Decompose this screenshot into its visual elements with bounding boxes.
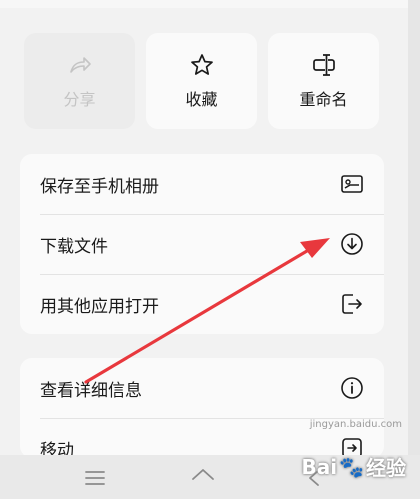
menu-item-label: 保存至手机相册 [40, 176, 159, 197]
sheet-top-edge [0, 0, 408, 8]
image-icon [341, 175, 363, 193]
menu-group-secondary: 查看详细信息 移动 [20, 358, 384, 458]
share-button[interactable]: 分享 [24, 33, 135, 129]
favorite-label: 收藏 [185, 90, 218, 109]
info-icon [341, 377, 363, 399]
rename-button[interactable]: 重命名 [268, 33, 379, 129]
menu-group-primary: 保存至手机相册 下载文件 用其他应用打开 [20, 154, 384, 334]
watermark-logo: Bai 🐾 经验 [301, 452, 406, 481]
favorite-button[interactable]: 收藏 [146, 33, 257, 129]
watermark-brand: Bai [301, 454, 338, 479]
rename-icon [312, 54, 335, 76]
paw-icon: 🐾 [339, 454, 364, 479]
share-icon [69, 57, 91, 73]
menu-item-label: 下载文件 [40, 236, 108, 257]
star-icon [190, 54, 213, 75]
menu-item-label: 查看详细信息 [40, 380, 142, 401]
share-label: 分享 [63, 90, 96, 109]
menu-item-open-with[interactable]: 用其他应用打开 [20, 274, 384, 334]
bottom-sheet: 分享 收藏 重命名 保存至手机相册 下载文件 用其他应用打开 查看详细信息 移动 [0, 0, 408, 458]
home-icon[interactable] [190, 465, 216, 491]
download-icon [341, 233, 363, 255]
menu-item-download[interactable]: 下载文件 [20, 214, 384, 274]
watermark-url: jingyan.baidu.com [309, 419, 402, 430]
menu-icon[interactable] [82, 465, 108, 491]
open-external-icon [342, 294, 362, 314]
menu-item-label: 用其他应用打开 [40, 296, 159, 317]
watermark-brand-2: 经验 [366, 456, 406, 480]
menu-item-details[interactable]: 查看详细信息 [20, 358, 384, 418]
rename-label: 重命名 [299, 90, 348, 109]
menu-item-save-to-album[interactable]: 保存至手机相册 [20, 154, 384, 214]
top-action-row: 分享 收藏 重命名 [24, 33, 384, 130]
